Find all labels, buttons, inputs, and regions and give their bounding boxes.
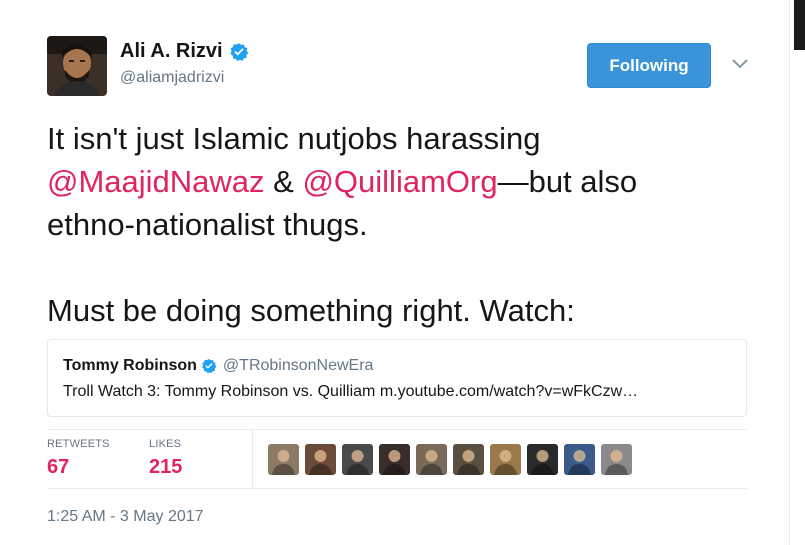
retweets-count: 67 [47, 456, 70, 478]
quoted-tweet-text: Troll Watch 3: Tommy Robinson vs. Quilli… [63, 383, 639, 400]
retweets-stat[interactable]: RETWEETS 67 [47, 438, 110, 479]
quoted-author-name: Tommy Robinson [63, 357, 197, 374]
author-display-name[interactable]: Ali A. Rizvi [120, 40, 223, 63]
tweet-text-fragment: —but also [497, 164, 638, 199]
user-avatar-4-icon[interactable] [379, 444, 410, 475]
user-avatar-5-icon[interactable] [416, 444, 447, 475]
verified-badge-icon [230, 42, 248, 61]
user-avatar-2-icon[interactable] [305, 444, 336, 475]
mention-link[interactable]: @MaajidNawaz [47, 164, 265, 199]
quoted-author-handle: @TRobinsonNewEra [222, 357, 374, 374]
tweet-stats: RETWEETS 67 LIKES 215 [47, 430, 747, 488]
tweet-text-line: ethno-nationalist thugs. [47, 207, 368, 242]
divider [47, 488, 747, 489]
user-avatar-7-icon[interactable] [490, 444, 521, 475]
user-avatar-1-icon[interactable] [268, 444, 299, 475]
tweet-text-line: @MaajidNawaz & @QuilliamOrg—but also [47, 160, 747, 203]
chevron-down-icon[interactable] [731, 56, 749, 70]
tweet-text-line: It isn't just Islamic nutjobs harassing [47, 121, 541, 156]
user-avatar-10-icon[interactable] [601, 444, 632, 475]
author-handle[interactable]: @aliamjadrizvi [120, 69, 224, 87]
quoted-tweet-header: Tommy Robinson @TRobinsonNewEra [63, 357, 373, 375]
likes-label: LIKES [149, 438, 182, 450]
tweet-card: Ali A. Rizvi @aliamjadrizvi Following It… [0, 0, 770, 545]
verified-badge-icon [202, 359, 217, 374]
retweets-label: RETWEETS [47, 438, 110, 450]
author-name-row[interactable]: Ali A. Rizvi [120, 40, 249, 63]
author-avatar[interactable] [47, 36, 107, 96]
quoted-tweet[interactable]: Tommy Robinson @TRobinsonNewEra Troll Wa… [47, 339, 747, 417]
user-avatar-3-icon[interactable] [342, 444, 373, 475]
profile-photo-icon [47, 36, 107, 96]
user-avatar-6-icon[interactable] [453, 444, 484, 475]
likers-avatar-list [268, 444, 632, 475]
edge-block [794, 0, 805, 50]
tweet-timestamp[interactable]: 1:25 AM - 3 May 2017 [47, 508, 204, 526]
user-avatar-9-icon[interactable] [564, 444, 595, 475]
tweet-text: It isn't just Islamic nutjobs harassing … [47, 117, 747, 332]
mention-link[interactable]: @QuilliamOrg [302, 164, 497, 199]
user-avatar-8-icon[interactable] [527, 444, 558, 475]
stats-separator [252, 430, 253, 488]
likes-stat[interactable]: LIKES 215 [149, 438, 182, 479]
likes-count: 215 [149, 456, 183, 478]
page-edge-fragment [789, 0, 805, 545]
following-button[interactable]: Following [587, 43, 711, 88]
tweet-text-line: Must be doing something right. Watch: [47, 293, 575, 328]
tweet-text-fragment: & [264, 164, 303, 199]
